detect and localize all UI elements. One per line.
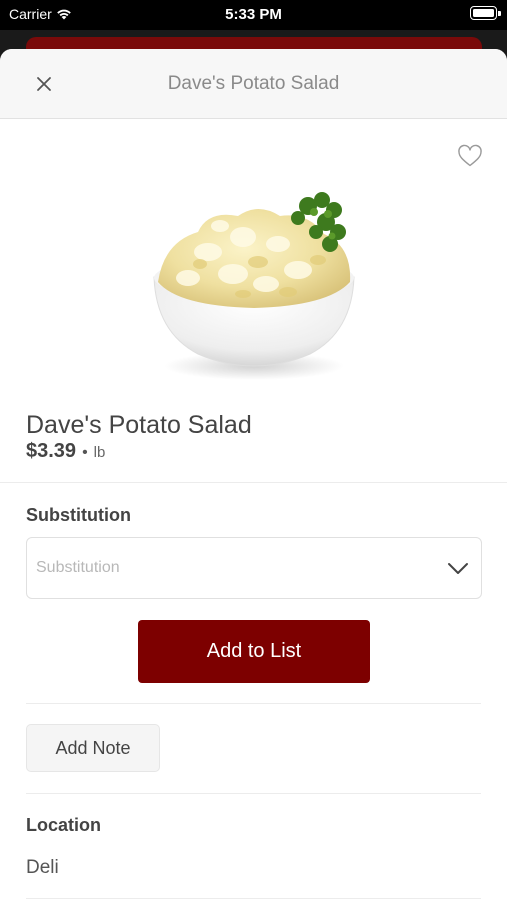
status-time: 5:33 PM <box>225 6 282 23</box>
location-label: Location <box>26 815 101 835</box>
substitution-placeholder: Substitution <box>36 559 120 576</box>
product-image <box>153 192 355 380</box>
price-row: $3.39 • lb <box>26 440 105 463</box>
price-unit: lb <box>93 444 106 461</box>
location-value: Deli <box>26 857 59 878</box>
close-icon <box>37 77 51 91</box>
status-bar: Carrier 5:33 PM <box>0 0 507 30</box>
substitution-dropdown[interactable]: Substitution <box>26 537 482 599</box>
price-separator: • <box>82 444 88 461</box>
divider <box>26 898 481 899</box>
close-button[interactable] <box>30 70 58 98</box>
divider <box>26 703 481 704</box>
product-name: Dave's Potato Salad <box>26 411 252 439</box>
nav-bar: Dave's Potato Salad <box>0 49 507 119</box>
product-detail-sheet: Dave's Potato Salad Dave's Potato Salad … <box>0 49 507 900</box>
add-to-list-button[interactable]: Add to List <box>138 620 370 683</box>
substitution-label: Substitution <box>26 505 131 525</box>
add-note-button[interactable]: Add Note <box>26 724 160 772</box>
divider <box>26 793 481 794</box>
battery-icon <box>470 6 501 20</box>
divider <box>0 482 507 483</box>
heart-outline-icon[interactable] <box>457 144 483 168</box>
product-price: $3.39 <box>26 440 77 462</box>
chevron-down-icon <box>448 563 468 574</box>
nav-title: Dave's Potato Salad <box>167 73 340 94</box>
